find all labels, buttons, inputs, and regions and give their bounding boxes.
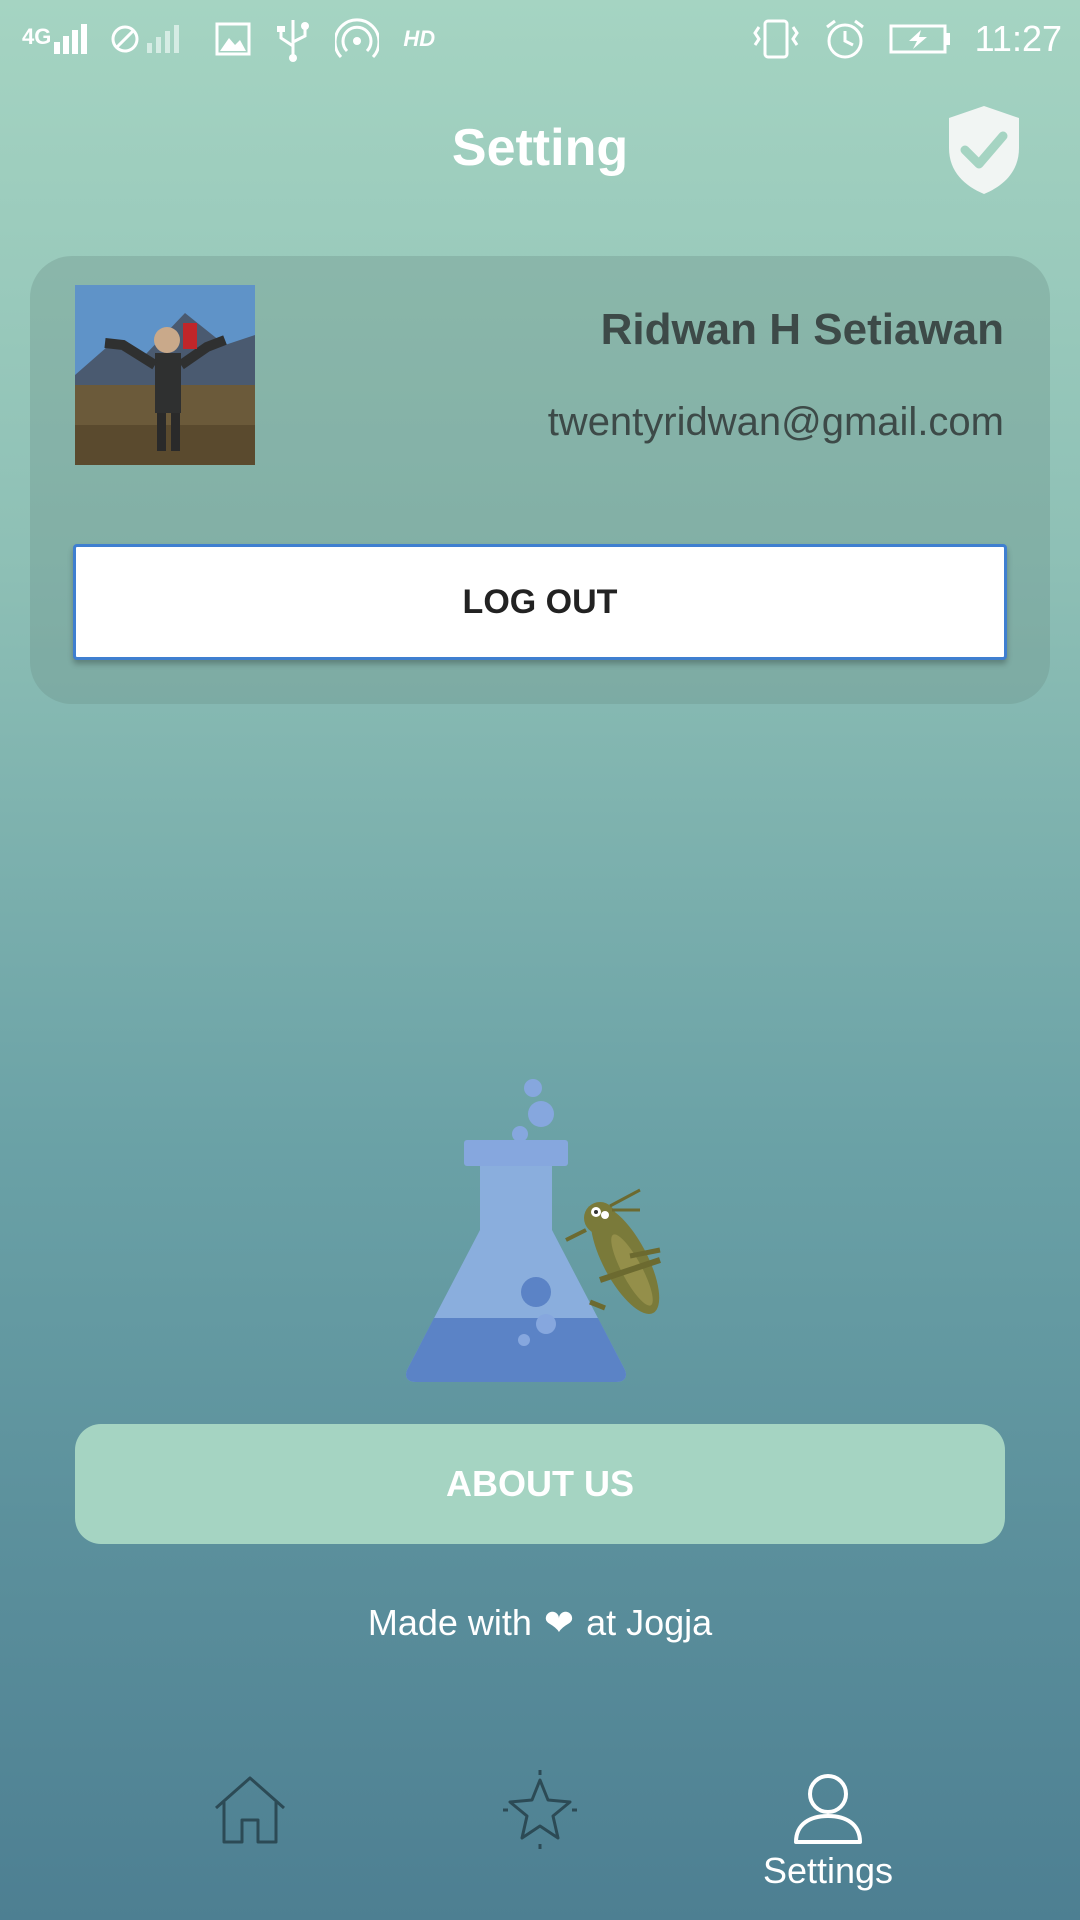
battery-charging-icon — [889, 24, 950, 54]
clock: 11:27 — [974, 18, 1062, 59]
flask-grasshopper-illustration — [406, 1079, 661, 1382]
made-with-prefix: Made with — [367, 1602, 532, 1643]
nav-settings[interactable]: Settings — [738, 1770, 918, 1900]
made-with-footer: Made with ❤ at Jogja — [0, 1602, 1080, 1644]
user-email: twentyridwan@gmail.com — [547, 400, 1004, 444]
user-icon — [794, 1774, 862, 1844]
logout-button[interactable]: LOG OUT — [73, 544, 1007, 660]
hd-indicator: HD — [403, 26, 436, 51]
no-sim-icon — [111, 25, 180, 53]
made-with-suffix: at Jogja — [586, 1602, 713, 1643]
signal-icon: 4G — [22, 24, 88, 54]
star-icon — [503, 1770, 577, 1849]
alarm-icon — [825, 19, 864, 59]
heart-icon: ❤ — [543, 1602, 575, 1643]
hotspot-icon — [335, 18, 380, 59]
nav-home[interactable] — [160, 1770, 340, 1900]
status-icons-right: 11:27 — [751, 14, 1062, 64]
nav-settings-label: Settings — [762, 1850, 894, 1891]
home-icon — [215, 1776, 285, 1844]
nav-favorites[interactable] — [450, 1770, 630, 1900]
status-icons-left: 4G HD — [22, 14, 435, 64]
network-type: 4G — [22, 24, 52, 49]
usb-icon — [277, 20, 310, 62]
avatar — [75, 285, 255, 465]
about-us-button[interactable]: ABOUT US — [75, 1424, 1005, 1544]
shield-check-icon[interactable] — [945, 104, 1023, 196]
status-bar: 4G HD 11:27 — [0, 0, 1080, 80]
page-title: Setting — [451, 119, 629, 177]
user-name: Ridwan H Setiawan — [600, 305, 1004, 354]
vibrate-icon — [752, 19, 799, 59]
image-icon — [215, 22, 251, 56]
